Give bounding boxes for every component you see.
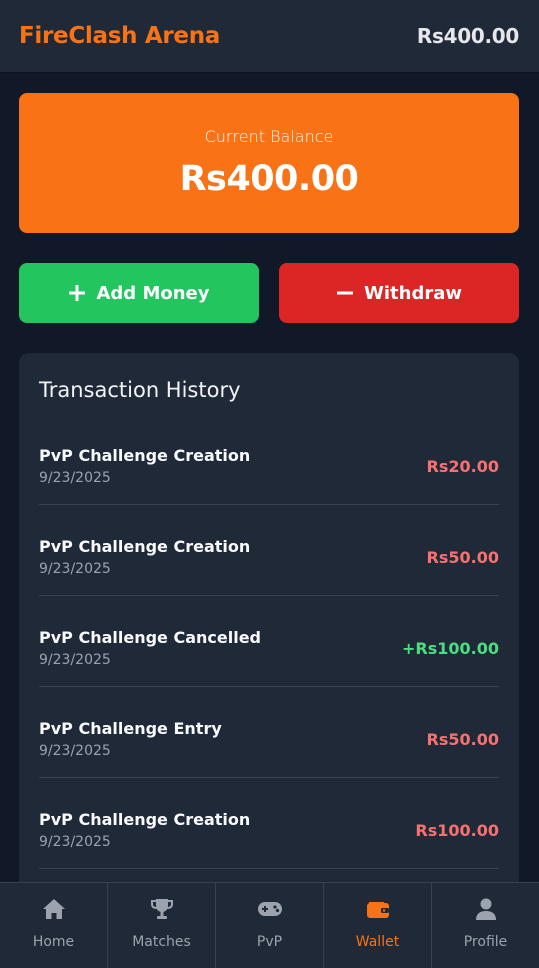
transaction-date: 9/23/2025: [39, 470, 111, 486]
transaction-amount: Rs50.00: [426, 730, 499, 749]
nav-label: Matches: [132, 934, 191, 950]
transaction-title: PvP Challenge Creation: [39, 810, 251, 829]
transaction-amount: Rs100.00: [415, 821, 499, 840]
transaction-date: 9/23/2025: [39, 652, 111, 668]
transaction-row: PvP Challenge Entry 9/23/2025 Rs50.00: [39, 687, 499, 778]
plus-icon: [68, 284, 86, 302]
nav-label: Profile: [463, 934, 508, 950]
withdraw-label: Withdraw: [364, 282, 462, 304]
transaction-date: 9/23/2025: [39, 561, 111, 577]
transaction-date: 9/23/2025: [39, 834, 111, 850]
nav-item-profile[interactable]: Profile: [432, 883, 539, 968]
transaction-row: PvP Challenge Creation 9/23/2025 Rs20.00: [39, 414, 499, 505]
transaction-row: PvP Challenge Creation 9/23/2025 Rs100.0…: [39, 778, 499, 869]
balance-label: Current Balance: [204, 127, 334, 146]
home-icon: [0, 897, 107, 923]
nav-item-home[interactable]: Home: [0, 883, 108, 968]
balance-amount: Rs400.00: [179, 159, 359, 199]
transaction-row: PvP Challenge Creation 9/23/2025 Rs50.00: [39, 505, 499, 596]
trophy-icon: [108, 897, 215, 923]
balance-card: Current Balance Rs400.00: [19, 93, 519, 233]
nav-item-wallet[interactable]: Wallet: [324, 883, 432, 968]
transaction-title: PvP Challenge Creation: [39, 446, 251, 465]
nav-label: PvP: [256, 934, 283, 950]
transaction-title: PvP Challenge Entry: [39, 719, 222, 738]
transaction-amount: Rs20.00: [426, 457, 499, 476]
user-icon: [432, 897, 539, 923]
transaction-history-panel[interactable]: Transaction History PvP Challenge Creati…: [19, 353, 519, 913]
gamepad-icon: [216, 897, 323, 923]
nav-item-matches[interactable]: Matches: [108, 883, 216, 968]
add-money-label: Add Money: [96, 282, 210, 304]
nav-item-pvp[interactable]: PvP: [216, 883, 324, 968]
transaction-amount: +Rs100.00: [402, 639, 499, 658]
transaction-title: PvP Challenge Creation: [39, 537, 251, 556]
nav-label: Wallet: [355, 934, 400, 950]
transaction-amount: Rs50.00: [426, 548, 499, 567]
bottom-nav: Home Matches PvP Wallet Profile: [0, 882, 539, 968]
add-money-button[interactable]: Add Money: [19, 263, 259, 323]
wallet-icon: [324, 897, 431, 923]
header-balance: Rs400.00: [416, 24, 519, 48]
transaction-row: PvP Challenge Cancelled 9/23/2025 +Rs100…: [39, 596, 499, 687]
app-header: FireClash Arena Rs400.00: [0, 0, 539, 73]
minus-icon: [336, 284, 354, 302]
withdraw-button[interactable]: Withdraw: [279, 263, 519, 323]
transaction-title: PvP Challenge Cancelled: [39, 628, 262, 647]
transaction-history-title: Transaction History: [39, 378, 241, 402]
transaction-date: 9/23/2025: [39, 743, 111, 759]
transaction-list: PvP Challenge Creation 9/23/2025 Rs20.00…: [39, 414, 499, 869]
nav-label: Home: [32, 934, 75, 950]
app-title: FireClash Arena: [19, 23, 221, 49]
